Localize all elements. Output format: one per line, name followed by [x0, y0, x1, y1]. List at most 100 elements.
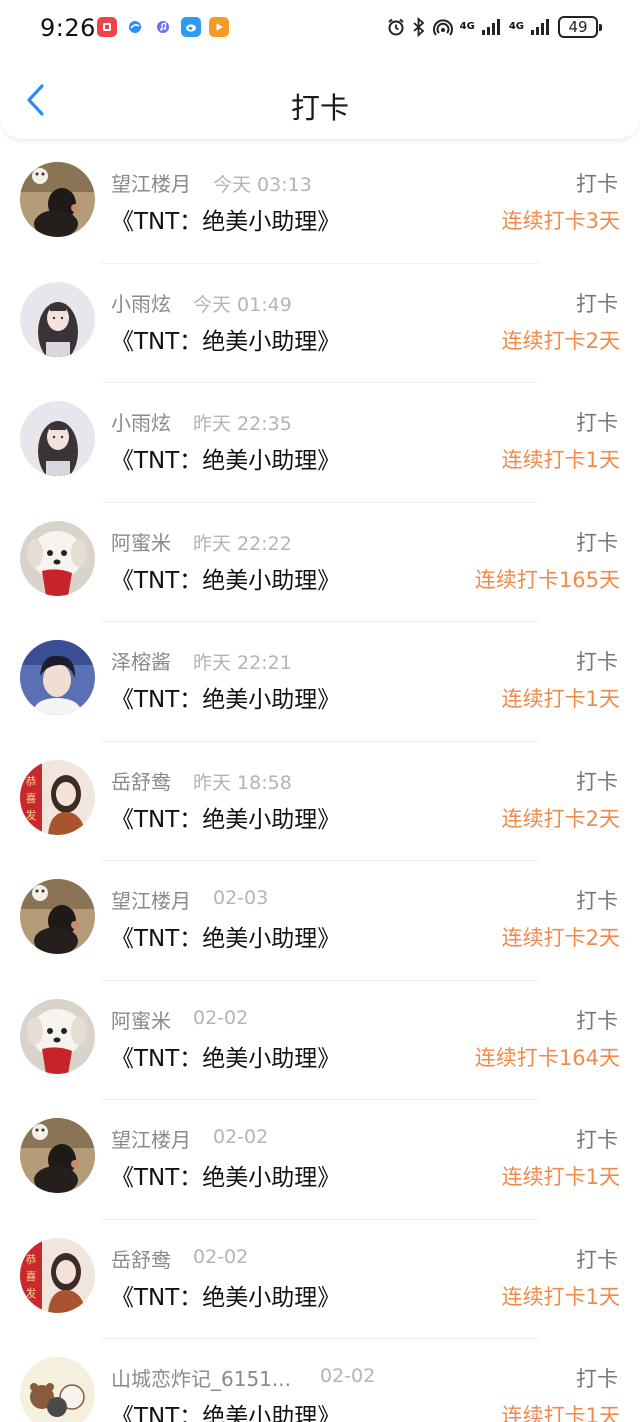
checkin-label: 打卡: [576, 530, 618, 555]
checkin-label: 打卡: [576, 1367, 618, 1391]
checkin-list-item[interactable]: 阿蜜米 昨天 22:22 《TNT：绝美小助理》 打卡连续打卡165天: [0, 503, 640, 622]
streak-badge: 连续打卡1天: [501, 687, 620, 711]
book-title[interactable]: 《TNT：绝美小助理》: [111, 202, 340, 236]
username[interactable]: 望江楼月: [111, 168, 191, 197]
streak-badge: 连续打卡2天: [501, 806, 620, 831]
system-icons: 4G 4G 49: [386, 16, 602, 38]
svg-text:发: 发: [26, 1286, 37, 1300]
checkin-time: 02-02: [193, 1245, 249, 1268]
avatar[interactable]: [20, 401, 95, 476]
username[interactable]: 小雨炫: [111, 288, 171, 317]
checkin-list-item[interactable]: 望江楼月 今天 03:13 《TNT：绝美小助理》 打卡连续打卡3天: [0, 144, 640, 264]
avatar[interactable]: [20, 998, 95, 1074]
checkin-time: 02-02: [193, 1006, 249, 1029]
book-title[interactable]: 《TNT：绝美小助理》: [111, 1158, 340, 1192]
checkin-list-item[interactable]: 望江楼月 02-02 《TNT：绝美小助理》 打卡 连续打卡1天: [0, 1100, 640, 1220]
book-title[interactable]: 《TNT：绝美小助理》: [111, 919, 340, 953]
checkin-label: 打卡: [576, 650, 618, 674]
orange-play-icon: [209, 17, 229, 37]
checkin-list-item[interactable]: 望江楼月 02-03 《TNT：绝美小助理》 打卡连续打卡2天: [0, 861, 640, 981]
book-title[interactable]: 《TNT：绝美小助理》: [111, 322, 340, 356]
notification-icons: [97, 17, 229, 37]
network-label-1: 4G: [459, 21, 475, 32]
checkin-list-item[interactable]: 恭 喜 发 岳舒鸯 02-02 《TNT：绝美小助理》 打卡连续打卡1天: [0, 1220, 640, 1339]
checkin-time: 02-02: [320, 1365, 376, 1387]
checkin-time: 昨天 22:21: [193, 652, 292, 674]
weibo-icon: [181, 17, 201, 37]
checkin-label: 打卡: [576, 1247, 618, 1272]
music-icon: [153, 17, 173, 37]
streak-badge: 连续打卡1天: [501, 1165, 620, 1189]
svg-text:恭: 恭: [26, 1253, 37, 1266]
avatar[interactable]: [20, 1118, 95, 1193]
book-title[interactable]: 《TNT：绝美小助理》: [111, 1039, 340, 1073]
streak-badge: 连续打卡1天: [501, 448, 620, 472]
network-label-2: 4G: [508, 21, 524, 32]
username[interactable]: 小雨炫: [111, 407, 171, 436]
svg-text:发: 发: [26, 808, 37, 822]
svg-text:喜: 喜: [26, 792, 37, 805]
checkin-time: 昨天 22:22: [193, 532, 292, 555]
battery-indicator: 49: [558, 16, 602, 38]
svg-text:恭: 恭: [26, 775, 37, 788]
svg-text:喜: 喜: [26, 1270, 37, 1283]
streak-badge: 连续打卡1天: [501, 1404, 620, 1422]
status-bar: 9:26 4G 4G 49: [0, 0, 640, 58]
streak-badge: 连续打卡164天: [474, 1045, 620, 1070]
book-title[interactable]: 《TNT：绝美小助理》: [111, 680, 340, 714]
avatar[interactable]: [20, 879, 95, 954]
checkin-list-item[interactable]: 小雨炫 今天 01:49 《TNT：绝美小助理》 打卡连续打卡2天: [0, 264, 640, 383]
checkin-list: 望江楼月 今天 03:13 《TNT：绝美小助理》 打卡 连续打卡3天 小雨炫 今天 01…: [0, 144, 640, 1422]
status-time: 9:26: [40, 14, 96, 42]
alarm-icon: [388, 18, 404, 36]
checkin-label: 打卡: [576, 889, 618, 913]
signal-icon-1: [481, 19, 500, 35]
streak-badge: 连续打卡2天: [501, 328, 620, 353]
book-title[interactable]: 《TNT：绝美小助理》: [111, 800, 340, 834]
streak-badge: 连续打卡3天: [501, 209, 620, 233]
book-title[interactable]: 《TNT：绝美小助理》: [111, 1278, 340, 1312]
avatar[interactable]: [20, 281, 95, 357]
avatar[interactable]: 恭 喜 发: [20, 1237, 95, 1313]
avatar[interactable]: [20, 162, 95, 237]
streak-badge: 连续打卡2天: [501, 926, 620, 950]
checkin-label: 打卡: [576, 172, 618, 196]
streak-badge: 连续打卡165天: [474, 567, 620, 592]
streak-badge: 连续打卡1天: [501, 1284, 620, 1309]
checkin-list-item[interactable]: 阿蜜米 02-02 《TNT：绝美小助理》 打卡连续打卡164天: [0, 981, 640, 1100]
avatar[interactable]: [20, 640, 95, 715]
username[interactable]: 山城恋炸记_6151...: [111, 1363, 291, 1392]
checkin-label: 打卡: [576, 1008, 618, 1033]
checkin-label: 打卡: [576, 769, 618, 794]
battery-level: 49: [568, 18, 588, 36]
username[interactable]: 岳舒鸯: [111, 1244, 171, 1273]
checkin-label: 打卡: [576, 291, 618, 316]
checkin-label: 打卡: [576, 411, 618, 435]
signal-icon-2: [531, 19, 549, 35]
checkin-list-item[interactable]: 恭 喜 发 岳舒鸯 昨天 18:58 《TNT：绝美小助理》 打卡连续打卡2天: [0, 742, 640, 861]
avatar[interactable]: 恭 喜 发: [20, 759, 95, 835]
checkin-list-item[interactable]: 泽榕酱 昨天 22:21 《TNT：绝美小助理》 打卡连续打卡1天: [0, 622, 640, 742]
username[interactable]: 岳舒鸯: [111, 766, 171, 795]
book-title[interactable]: 《TNT：绝美小助理》: [111, 1397, 340, 1422]
page-title: 打卡: [290, 91, 349, 125]
network-1: 4G: [460, 22, 475, 32]
checkin-time: 昨天 18:58: [193, 771, 292, 794]
book-title[interactable]: 《TNT：绝美小助理》: [111, 441, 340, 475]
username[interactable]: 望江楼月: [111, 885, 191, 914]
book-title[interactable]: 《TNT：绝美小助理》: [111, 561, 340, 595]
avatar[interactable]: [20, 1357, 95, 1422]
red-app-icon: [97, 17, 117, 37]
checkin-time: 今天 01:49: [193, 293, 292, 316]
navigation-bar: 打卡: [0, 58, 640, 140]
username[interactable]: 阿蜜米: [111, 1005, 171, 1034]
checkin-time: 昨天 22:35: [193, 413, 292, 435]
checkin-list-item[interactable]: 小雨炫 昨天 22:35 《TNT：绝美小助理》 打卡连续打卡1天: [0, 383, 640, 503]
username[interactable]: 泽榕酱: [111, 646, 171, 675]
avatar[interactable]: [20, 520, 95, 596]
checkin-time: 02-03: [213, 887, 269, 909]
checkin-list-item[interactable]: 山城恋炸记_6151... 02-02 《TNT：绝美小助理》 打卡连续打卡1天: [0, 1339, 640, 1422]
username[interactable]: 阿蜜米: [111, 527, 171, 556]
username[interactable]: 望江楼月: [111, 1124, 191, 1153]
checkin-time: 今天 03:13: [213, 174, 312, 196]
